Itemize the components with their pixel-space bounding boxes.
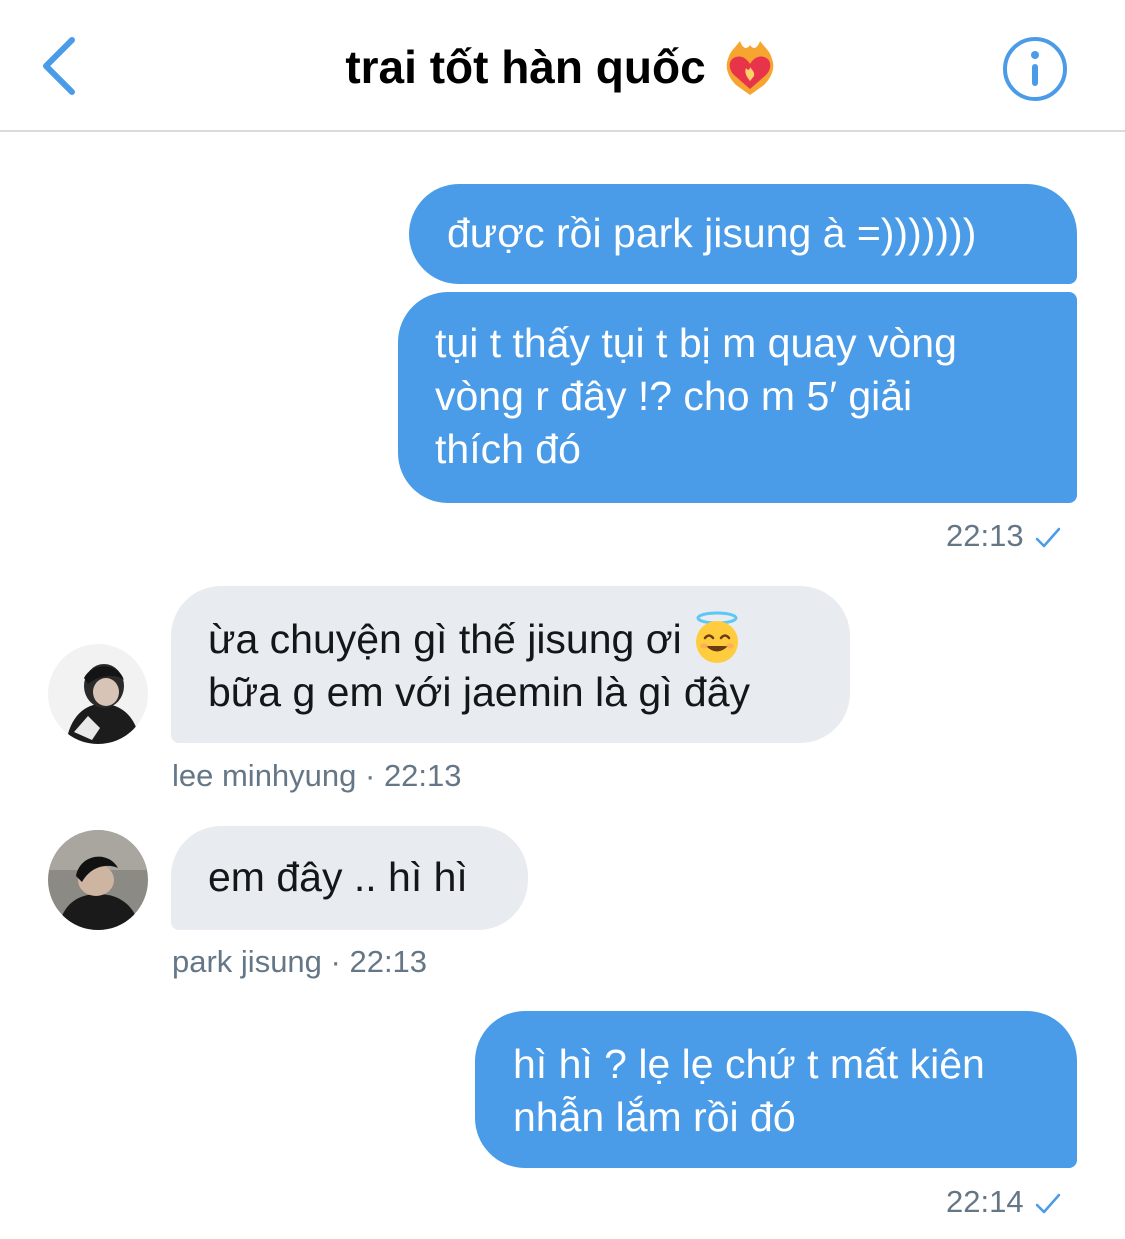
message-text-line: thích đó [435, 426, 581, 472]
conversation-title-group[interactable]: trai tốt hàn quốc [0, 32, 1125, 104]
message-text: em đây .. hì hì [208, 854, 468, 900]
message-bubble-incoming[interactable]: em đây .. hì hì [171, 826, 528, 930]
avatar-image [48, 644, 148, 744]
message-text-line: nhẫn lắm rồi đó [513, 1094, 796, 1140]
message-meta: park jisung · 22:13 [172, 944, 428, 979]
message-meta: 22:13 [946, 518, 1062, 554]
checkmark-icon [1035, 527, 1060, 548]
message-text-line: ừa chuyện gì thế jisung ơi [208, 611, 850, 666]
message-meta: 22:14 [946, 1184, 1062, 1220]
message-text-line: hì hì ? lẹ lẹ chứ t mất kiên [513, 1041, 985, 1087]
message-text-line: bữa g em với jaemin là gì đây [208, 669, 751, 715]
message-bubble-outgoing[interactable]: được rồi park jisung à =))))))) [409, 184, 1077, 284]
avatar[interactable] [48, 830, 148, 930]
message-text-line: tụi t thấy tụi t bị m quay vòng [435, 320, 957, 366]
message-time: 22:13 [946, 518, 1024, 553]
message-time: 22:14 [946, 1184, 1024, 1219]
conversation-title: trai tốt hàn quốc [345, 41, 706, 93]
smiling-face-with-halo-icon [695, 611, 738, 664]
conversation-header: trai tốt hàn quốc [0, 0, 1125, 132]
info-icon [1003, 37, 1067, 101]
heart-on-fire-icon [726, 41, 773, 95]
message-text: được rồi park jisung à =))))))) [447, 210, 977, 256]
avatar[interactable] [48, 644, 148, 744]
message-bubble-outgoing[interactable]: hì hì ? lẹ lẹ chứ t mất kiên nhẫn lắm rồ… [475, 1011, 1077, 1168]
avatar-image [48, 830, 148, 930]
message-bubble-incoming[interactable]: ừa chuyện gì thế jisung ơi bữa g em với … [171, 586, 850, 743]
message-text-line: vòng r đây !? cho m 5′ giải [435, 373, 913, 419]
message-meta: lee minhyung · 22:13 [172, 758, 462, 793]
message-bubble-outgoing[interactable]: tụi t thấy tụi t bị m quay vòng vòng r đ… [398, 292, 1077, 503]
checkmark-icon [1035, 1193, 1060, 1214]
info-button[interactable] [1002, 36, 1068, 102]
message-text: ừa chuyện gì thế jisung ơi [208, 616, 682, 662]
